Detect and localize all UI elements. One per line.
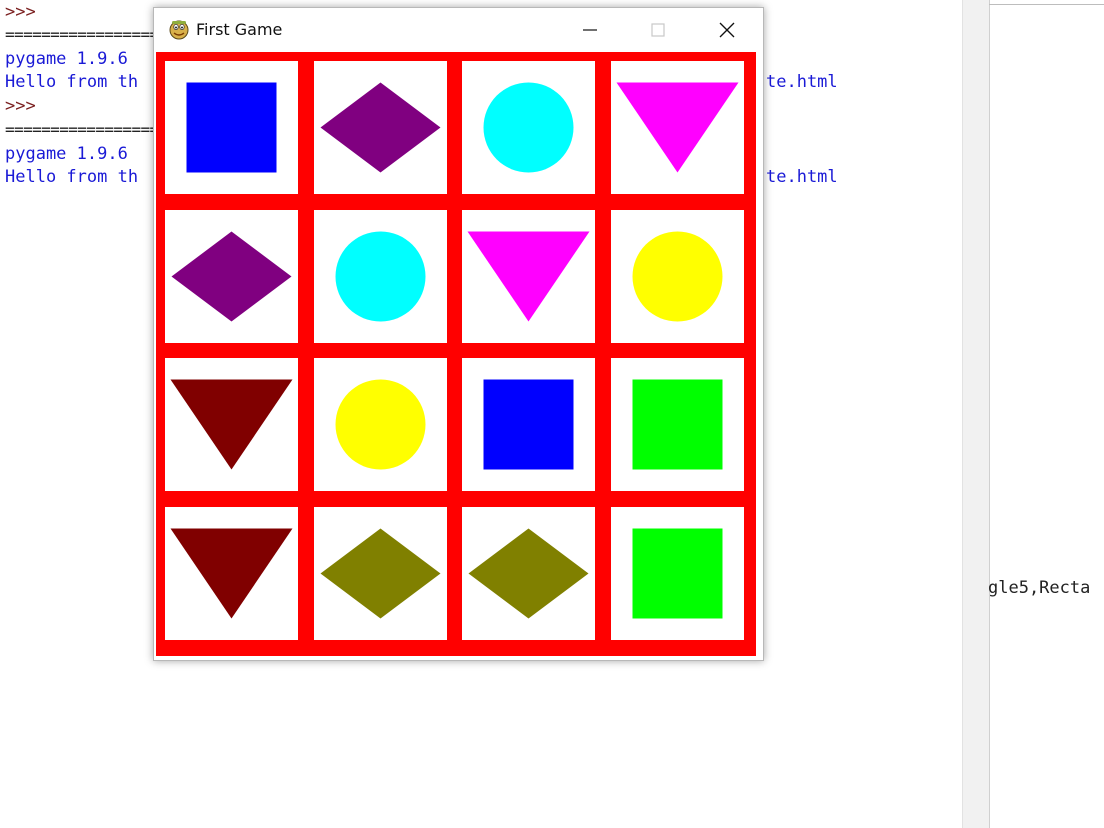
square-tile-shape [632, 379, 723, 470]
shell-output-line: pygame 1.9.6 [5, 144, 128, 164]
maximize-button[interactable] [635, 8, 681, 52]
shell-prompt: >>> [5, 96, 36, 116]
window-titlebar[interactable]: First Game [154, 8, 763, 52]
minimize-button[interactable] [567, 8, 613, 52]
circle-tile-shape [335, 379, 426, 470]
window-title: First Game [196, 20, 283, 39]
shell-output-fragment: te.html [766, 72, 838, 92]
shell-output-line: Hello from th [5, 72, 139, 92]
game-board[interactable] [154, 52, 763, 660]
square-tile-shape [483, 379, 574, 470]
shell-output-fragment: te.html [766, 167, 838, 187]
shell-prompt: >>> [5, 2, 36, 22]
square-tile-shape [186, 82, 277, 173]
maximize-icon [651, 23, 665, 37]
circle-tile-shape [632, 231, 723, 322]
pygame-snake-icon [168, 18, 190, 40]
square-tile-shape [632, 528, 723, 619]
divider [989, 4, 1104, 5]
shell-output-line: Hello from th [5, 167, 139, 187]
circle-tile-shape [483, 82, 574, 173]
right-panel-text: gle5,Recta [988, 578, 1091, 598]
minimize-icon [583, 29, 597, 31]
circle-tile-shape [335, 231, 426, 322]
game-window[interactable]: First Game [153, 7, 764, 661]
close-button[interactable] [704, 8, 750, 52]
close-icon [719, 22, 735, 38]
shell-scrollbar[interactable] [962, 0, 990, 828]
shell-output-line: pygame 1.9.6 [5, 49, 128, 69]
